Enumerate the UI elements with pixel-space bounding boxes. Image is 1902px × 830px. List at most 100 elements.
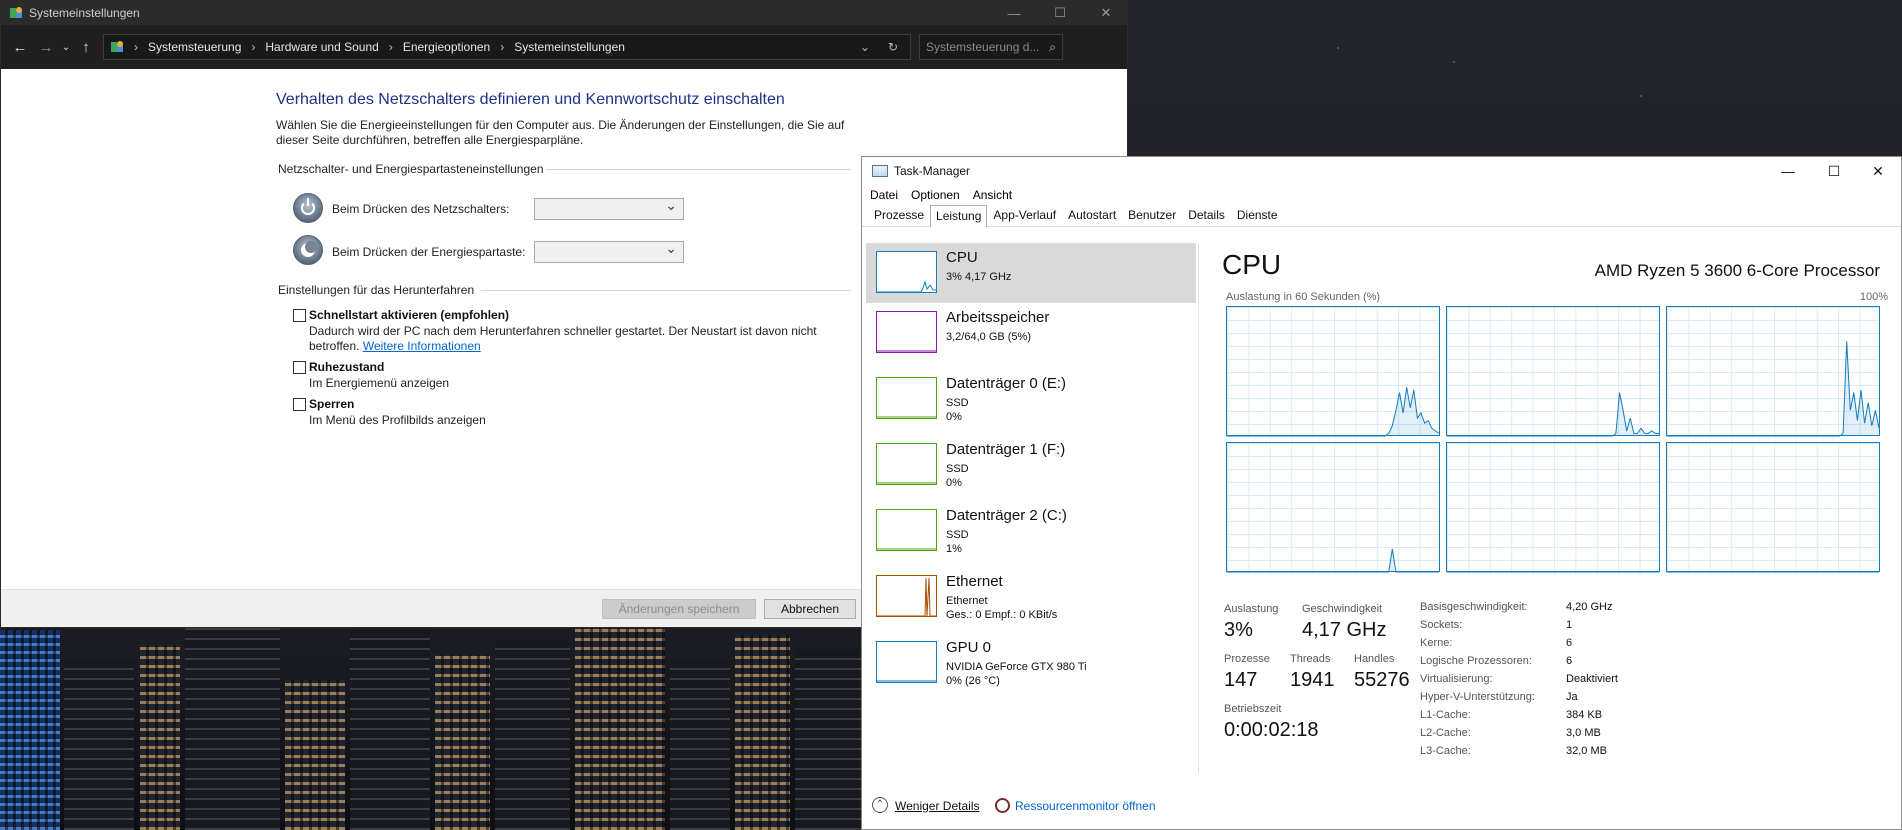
address-bar[interactable]: › Systemsteuerung › Hardware und Sound ›… — [103, 34, 911, 60]
collapse-chevron-icon[interactable]: ⌃ — [872, 797, 888, 813]
sidebar-item-line2: 1% — [946, 543, 962, 555]
core-graph-4 — [1446, 442, 1660, 573]
search-input[interactable]: Systemsteuerung d... ⌕ — [919, 34, 1063, 60]
address-dropdown-chevron-icon[interactable]: ⌄ — [860, 40, 870, 54]
menu-datei[interactable]: Datei — [870, 188, 898, 202]
sleep-button-action-select[interactable] — [534, 240, 684, 263]
core-graph-0 — [1226, 306, 1440, 437]
sidebar-item-title: GPU 0 — [946, 639, 992, 656]
close-button[interactable]: ✕ — [1855, 157, 1901, 185]
minimize-button[interactable]: — — [1765, 157, 1811, 185]
menu-ansicht[interactable]: Ansicht — [973, 188, 1012, 202]
breadcrumb-separator-icon: › — [500, 40, 505, 54]
core-graph-3 — [1226, 442, 1440, 573]
breadcrumb-item[interactable]: Hardware und Sound — [265, 40, 378, 54]
threads-label: Threads — [1290, 653, 1331, 665]
maximize-button[interactable]: ☐ — [1037, 1, 1083, 25]
sidebar-item-3[interactable]: Datenträger 1 (F:) SSD 0% — [866, 435, 1196, 495]
cpu-info-key: L2-Cache: — [1420, 727, 1471, 739]
sidebar-thumbnail-graph — [876, 509, 937, 551]
processes-label: Prozesse — [1224, 653, 1270, 665]
menu-bar: Datei Optionen Ansicht — [862, 185, 1901, 205]
power-button-label: Beim Drücken des Netzschalters: — [332, 202, 510, 216]
save-changes-button[interactable]: Änderungen speichern — [602, 599, 756, 619]
lock-label[interactable]: Sperren — [309, 397, 354, 411]
sidebar-item-title: Datenträger 0 (E:) — [946, 375, 1067, 392]
breadcrumb-item[interactable]: Energieoptionen — [403, 40, 490, 54]
forward-arrow-icon[interactable]: → — [33, 39, 59, 56]
breadcrumb-item[interactable]: Systemeinstellungen — [514, 40, 625, 54]
sidebar-thumbnail-graph — [876, 575, 937, 617]
cpu-info-key: Basisgeschwindigkeit: — [1420, 601, 1528, 613]
menu-optionen[interactable]: Optionen — [911, 188, 960, 202]
fast-startup-checkbox[interactable] — [293, 309, 306, 322]
cpu-info-key: Hyper-V-Unterstützung: — [1420, 691, 1535, 703]
cpu-info-value: 32,0 MB — [1566, 745, 1607, 757]
uptime-label: Betriebszeit — [1224, 703, 1282, 715]
sidebar-item-title: Ethernet — [946, 573, 1003, 590]
cpu-info-value: 6 — [1566, 637, 1573, 649]
sidebar-item-2[interactable]: Datenträger 0 (E:) SSD 0% — [866, 369, 1196, 429]
cancel-button[interactable]: Abbrechen — [764, 599, 856, 619]
fast-startup-description: Dadurch wird der PC nach dem Herunterfah… — [309, 324, 829, 354]
desktop-star — [1640, 95, 1642, 97]
sleep-button-icon — [293, 235, 323, 265]
breadcrumb-separator-icon: › — [388, 40, 393, 54]
sleep-button-label: Beim Drücken der Energiespartaste: — [332, 245, 526, 259]
graph-max-label: 100% — [1859, 291, 1888, 303]
shutdown-group-label: Einstellungen für das Herunterfahren — [278, 283, 475, 297]
core-graph-5 — [1666, 442, 1880, 573]
control-panel-titlebar[interactable]: Systemeinstellungen — ☐ ✕ — [1, 1, 1127, 25]
sidebar-item-line1: SSD — [946, 529, 969, 541]
search-icon[interactable]: ⌕ — [1049, 40, 1056, 55]
tab-prozesse[interactable]: Prozesse — [868, 204, 931, 226]
resource-monitor-icon — [995, 798, 1010, 813]
back-arrow-icon[interactable]: ← — [7, 39, 33, 56]
hibernate-label[interactable]: Ruhezustand — [309, 360, 384, 374]
minimize-button[interactable]: — — [991, 1, 1037, 25]
sidebar-item-6[interactable]: GPU 0 NVIDIA GeForce GTX 980 Ti 0% (26 °C) — [866, 633, 1196, 693]
sidebar-item-5[interactable]: Ethernet Ethernet Ges.: 0 Empf.: 0 KBit/s — [866, 567, 1196, 627]
utilization-label: Auslastung — [1224, 603, 1279, 615]
group-divider — [546, 169, 851, 170]
tab-benutzer[interactable]: Benutzer — [1122, 204, 1183, 226]
processes-value: 147 — [1224, 669, 1258, 691]
up-arrow-icon[interactable]: ↑ — [73, 39, 99, 56]
performance-sidebar: CPU 3% 4,17 GHz Arbeitsspeicher 3,2/64,0 GB… — [866, 243, 1196, 773]
sidebar-item-4[interactable]: Datenträger 2 (C:) SSD 1% — [866, 501, 1196, 561]
tab-dienste[interactable]: Dienste — [1230, 204, 1284, 226]
tab-app-verlauf[interactable]: App-Verlauf — [987, 204, 1063, 226]
sidebar-thumbnail-graph — [876, 377, 937, 419]
tab-autostart[interactable]: Autostart — [1062, 204, 1123, 226]
cpu-info-value: 384 KB — [1566, 709, 1603, 721]
handles-value: 55276 — [1354, 669, 1410, 691]
control-panel-icon — [111, 41, 123, 52]
cpu-heading: CPU — [1222, 249, 1282, 280]
fewer-details-label: Weniger Details — [895, 799, 980, 813]
sidebar-thumbnail-graph — [876, 251, 937, 293]
cpu-info-key: Virtualisierung: — [1420, 673, 1493, 685]
power-button-action-select[interactable] — [534, 197, 684, 220]
recent-locations-chevron-icon[interactable]: ⌄ — [59, 42, 73, 53]
close-button[interactable]: ✕ — [1083, 1, 1129, 25]
task-manager-titlebar[interactable]: Task-Manager — ☐ ✕ — [862, 157, 1901, 185]
hibernate-checkbox[interactable] — [293, 361, 306, 374]
more-info-link[interactable]: Weitere Informationen — [363, 339, 481, 353]
cpu-info-value: 4,20 GHz — [1566, 601, 1613, 613]
task-manager-title: Task-Manager — [894, 164, 971, 178]
fewer-details-button[interactable]: Weniger Details — [895, 799, 979, 813]
refresh-icon[interactable]: ↻ — [888, 40, 898, 54]
tab-details[interactable]: Details — [1182, 204, 1231, 226]
sidebar-thumbnail-graph — [876, 311, 937, 353]
uptime-value: 0:00:02:18 — [1224, 719, 1319, 741]
breadcrumb-item[interactable]: Systemsteuerung — [148, 40, 241, 54]
sidebar-item-0[interactable]: CPU 3% 4,17 GHz — [866, 243, 1196, 303]
fast-startup-label[interactable]: Schnellstart aktivieren (empfohlen) — [309, 308, 509, 322]
sidebar-mini-graph — [877, 548, 936, 550]
sidebar-item-1[interactable]: Arbeitsspeicher 3,2/64,0 GB (5%) — [866, 303, 1196, 363]
page-title: Verhalten des Netzschalters definieren u… — [276, 91, 785, 108]
tab-leistung[interactable]: Leistung — [930, 205, 988, 227]
maximize-button[interactable]: ☐ — [1811, 157, 1857, 185]
resource-monitor-link[interactable]: Ressourcenmonitor öffnen — [1015, 799, 1156, 813]
lock-checkbox[interactable] — [293, 398, 306, 411]
